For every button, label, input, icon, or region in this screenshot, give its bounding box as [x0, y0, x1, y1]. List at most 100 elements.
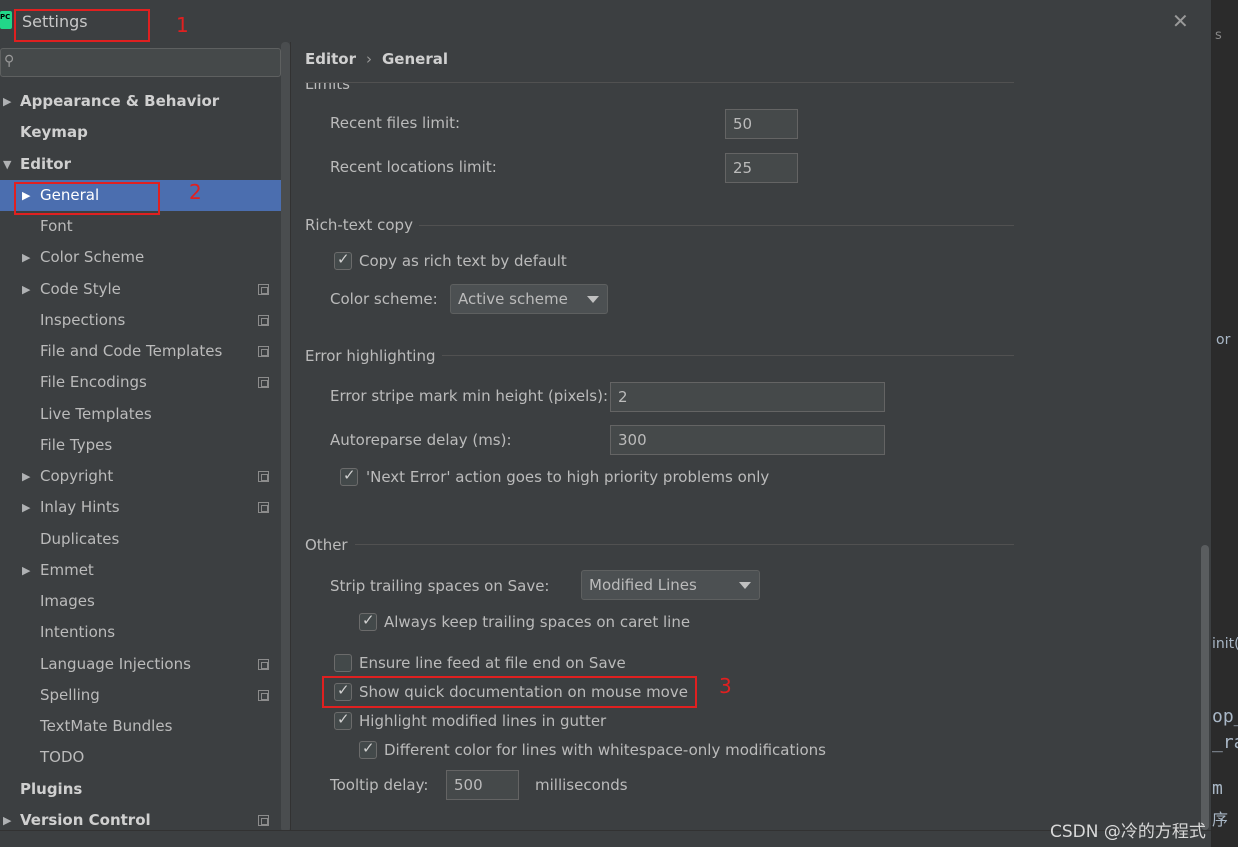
tooltip-delay-field[interactable]: 500: [446, 770, 519, 800]
sidebar-item-inlay-hints[interactable]: ▶ Inlay Hints: [0, 492, 281, 523]
recent-files-field[interactable]: 50: [725, 109, 798, 139]
sidebar-scrollbar[interactable]: [281, 42, 290, 832]
highlight-modified-label[interactable]: Highlight modified lines in gutter: [359, 712, 606, 730]
sidebar-item-spelling[interactable]: Spelling: [0, 680, 281, 711]
sidebar-item-label: Code Style: [40, 280, 121, 298]
project-settings-icon: [258, 502, 269, 513]
settings-dialog: Settings ✕ ⚲ ▶ Appearance & Behavior Key…: [0, 0, 1211, 847]
expand-arrow-icon[interactable]: ▶: [22, 274, 30, 305]
breadcrumb-current: General: [382, 50, 448, 68]
project-settings-icon: [258, 315, 269, 326]
dialog-bottom-bar: [0, 830, 1211, 847]
next-error-label[interactable]: 'Next Error' action goes to high priorit…: [366, 468, 769, 486]
color-scheme-dropdown[interactable]: Active scheme: [450, 284, 608, 314]
project-settings-icon: [258, 377, 269, 388]
expand-arrow-icon[interactable]: ▶: [22, 492, 30, 523]
strip-trailing-dropdown[interactable]: Modified Lines: [581, 570, 760, 600]
breadcrumb: Editor › General: [305, 50, 448, 68]
sidebar-item-copyright[interactable]: ▶ Copyright: [0, 461, 281, 492]
copy-rich-text-label[interactable]: Copy as rich text by default: [359, 252, 567, 270]
chevron-down-icon: [587, 296, 599, 303]
sidebar-item-color-scheme[interactable]: ▶ Color Scheme: [0, 242, 281, 273]
whitespace-color-label[interactable]: Different color for lines with whitespac…: [384, 741, 826, 759]
project-settings-icon: [258, 284, 269, 295]
sidebar-item-label: Spelling: [40, 686, 100, 704]
keep-trailing-label[interactable]: Always keep trailing spaces on caret lin…: [384, 613, 690, 631]
sidebar-item-label: TextMate Bundles: [40, 717, 173, 735]
expand-arrow-icon[interactable]: ▶: [22, 242, 30, 273]
sidebar-item-label: Font: [40, 217, 73, 235]
sidebar-item-label: Intentions: [40, 623, 116, 641]
sidebar-item-keymap[interactable]: Keymap: [0, 117, 281, 148]
section-title-other: Other: [305, 536, 348, 554]
expand-arrow-icon[interactable]: ▶: [22, 555, 30, 586]
stripe-height-label: Error stripe mark min height (pixels):: [330, 387, 609, 405]
project-settings-icon: [258, 659, 269, 670]
recent-locations-label: Recent locations limit:: [330, 158, 497, 176]
strip-trailing-value: Modified Lines: [589, 576, 697, 594]
sidebar-item-language-injections[interactable]: Language Injections: [0, 649, 281, 680]
sidebar-item-label: TODO: [40, 748, 85, 766]
limits-title-clip: Limits: [305, 83, 405, 93]
highlight-modified-checkbox[interactable]: [334, 710, 352, 730]
expand-arrow-icon[interactable]: ▶: [3, 86, 11, 117]
search-input[interactable]: ⚲: [0, 48, 281, 77]
section-divider: [355, 544, 1014, 545]
sidebar-item-label: Keymap: [20, 123, 88, 141]
sidebar-item-label: Inspections: [40, 311, 126, 329]
autoreparse-field[interactable]: 300: [610, 425, 885, 455]
tooltip-unit-label: milliseconds: [535, 776, 628, 794]
sidebar-item-editor[interactable]: ▼ Editor: [0, 149, 281, 180]
sidebar-item-label: Color Scheme: [40, 248, 145, 266]
sidebar-item-duplicates[interactable]: Duplicates: [0, 524, 281, 555]
strip-trailing-label: Strip trailing spaces on Save:: [330, 577, 550, 595]
recent-locations-field[interactable]: 25: [725, 153, 798, 183]
annotation-number-1: 1: [176, 13, 189, 37]
line-feed-checkbox[interactable]: [334, 654, 352, 672]
close-icon[interactable]: ✕: [1172, 9, 1189, 33]
sidebar-item-textmate-bundles[interactable]: TextMate Bundles: [0, 711, 281, 742]
chevron-down-icon: [739, 582, 751, 589]
expand-arrow-icon[interactable]: ▶: [22, 461, 30, 492]
sidebar-item-label: Images: [40, 592, 95, 610]
sidebar-item-todo[interactable]: TODO: [0, 742, 281, 773]
content-scrollbar[interactable]: [1201, 545, 1209, 830]
sidebar-item-inspections[interactable]: Inspections: [0, 305, 281, 336]
whitespace-color-checkbox[interactable]: [359, 739, 377, 759]
sidebar-item-plugins[interactable]: Plugins: [0, 774, 281, 805]
breadcrumb-divider: [305, 82, 1014, 83]
recent-files-label: Recent files limit:: [330, 114, 461, 132]
sidebar-item-emmet[interactable]: ▶ Emmet: [0, 555, 281, 586]
section-title-limits: Limits: [305, 83, 350, 93]
sidebar-item-appearance-behavior[interactable]: ▶ Appearance & Behavior: [0, 86, 281, 117]
keep-trailing-checkbox[interactable]: [359, 611, 377, 631]
sidebar-item-file-encodings[interactable]: File Encodings: [0, 367, 281, 398]
project-settings-icon: [258, 690, 269, 701]
sidebar-item-images[interactable]: Images: [0, 586, 281, 617]
next-error-checkbox[interactable]: [340, 466, 358, 486]
line-feed-label[interactable]: Ensure line feed at file end on Save: [359, 654, 626, 672]
sidebar-item-live-templates[interactable]: Live Templates: [0, 399, 281, 430]
sidebar-item-code-style[interactable]: ▶ Code Style: [0, 274, 281, 305]
sidebar-item-file-code-templates[interactable]: File and Code Templates: [0, 336, 281, 367]
copy-rich-text-checkbox[interactable]: [334, 250, 352, 270]
annotation-box-1: [14, 9, 150, 42]
annotation-box-3: [322, 676, 697, 708]
project-settings-icon: [258, 471, 269, 482]
collapse-arrow-icon[interactable]: ▼: [3, 149, 11, 180]
sidebar-item-font[interactable]: Font: [0, 211, 281, 242]
annotation-number-3: 3: [719, 674, 732, 698]
sidebar-item-label: File Types: [40, 436, 113, 454]
pycharm-logo-icon: [0, 11, 12, 29]
sidebar-item-intentions[interactable]: Intentions: [0, 617, 281, 648]
stripe-height-field[interactable]: 2: [610, 382, 885, 412]
sidebar-item-label: Editor: [20, 155, 71, 173]
color-scheme-label: Color scheme:: [330, 290, 438, 308]
settings-content: Editor › General Limits Recent files limit…: [292, 42, 1211, 847]
sidebar-item-label: Language Injections: [40, 655, 191, 673]
section-divider: [419, 225, 1014, 226]
breadcrumb-parent[interactable]: Editor: [305, 50, 356, 68]
sidebar-item-file-types[interactable]: File Types: [0, 430, 281, 461]
search-icon: ⚲: [4, 53, 15, 69]
background-text: _ra: [1212, 732, 1238, 753]
